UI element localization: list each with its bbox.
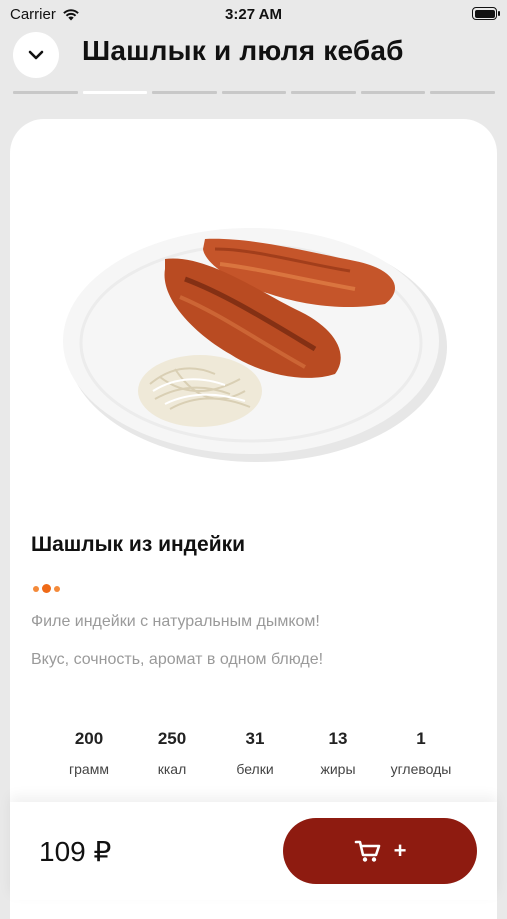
progress-segment-active xyxy=(82,91,148,94)
nutrition-value: 31 xyxy=(245,729,265,748)
nutrition-carbs: 1 углеводы xyxy=(382,729,460,777)
product-description-1: Филе индейки с натуральным дымком! xyxy=(31,613,320,630)
progress-segment xyxy=(13,91,78,94)
nutrition-label: белки xyxy=(236,761,274,777)
progress-segment xyxy=(360,91,426,94)
nutrition-label: ккал xyxy=(157,761,187,777)
product-name: Шашлык из индейки xyxy=(31,533,246,556)
progress-segment xyxy=(430,91,496,94)
page-dot xyxy=(54,585,60,592)
nutrition-calories: 250 ккал xyxy=(133,729,211,777)
nutrition-weight: 200 грамм xyxy=(50,729,128,777)
chevron-down-icon xyxy=(28,50,44,60)
page-indicator xyxy=(33,584,60,593)
page-title: Шашлык и люля кебаб xyxy=(82,35,404,66)
progress-segment xyxy=(221,91,287,94)
status-bar: Carrier 3:27 AM xyxy=(0,0,507,28)
battery-icon xyxy=(472,7,500,20)
nutrition-label: жиры xyxy=(320,761,356,777)
product-card: Шашлык из индейки Филе индейки с натурал… xyxy=(10,119,497,919)
product-price: 109 ₽ xyxy=(39,836,112,867)
status-time: 3:27 AM xyxy=(225,6,282,23)
nutrition-label: грамм xyxy=(69,761,109,777)
progress-segment xyxy=(152,91,217,94)
nutrition-value: 1 xyxy=(416,729,426,748)
collapse-button[interactable] xyxy=(13,32,59,78)
add-to-cart-button[interactable]: + xyxy=(283,818,477,884)
category-progress xyxy=(13,91,496,94)
page-dot-active xyxy=(42,584,51,593)
add-label: + xyxy=(393,838,407,863)
nutrition-proteins: 31 белки xyxy=(216,729,294,777)
checkout-bar: 109 ₽ + xyxy=(10,802,497,900)
nutrition-fats: 13 жиры xyxy=(299,729,377,777)
nutrition-value: 200 xyxy=(74,729,104,748)
page-dot xyxy=(33,585,39,592)
dish-image xyxy=(63,228,447,462)
nutrition-label: углеводы xyxy=(390,761,452,777)
progress-segment xyxy=(291,91,356,94)
nutrition-value: 250 xyxy=(157,729,187,748)
nutrition-value: 13 xyxy=(328,729,348,748)
nutrition-facts: 200 грамм 250 ккал 31 белки 13 жиры 1 уг… xyxy=(50,729,460,777)
header: Шашлык и люля кебаб xyxy=(0,30,507,80)
cart-icon xyxy=(354,840,380,862)
product-description-2: Вкус, сочность, аромат в одном блюде! xyxy=(31,651,324,668)
